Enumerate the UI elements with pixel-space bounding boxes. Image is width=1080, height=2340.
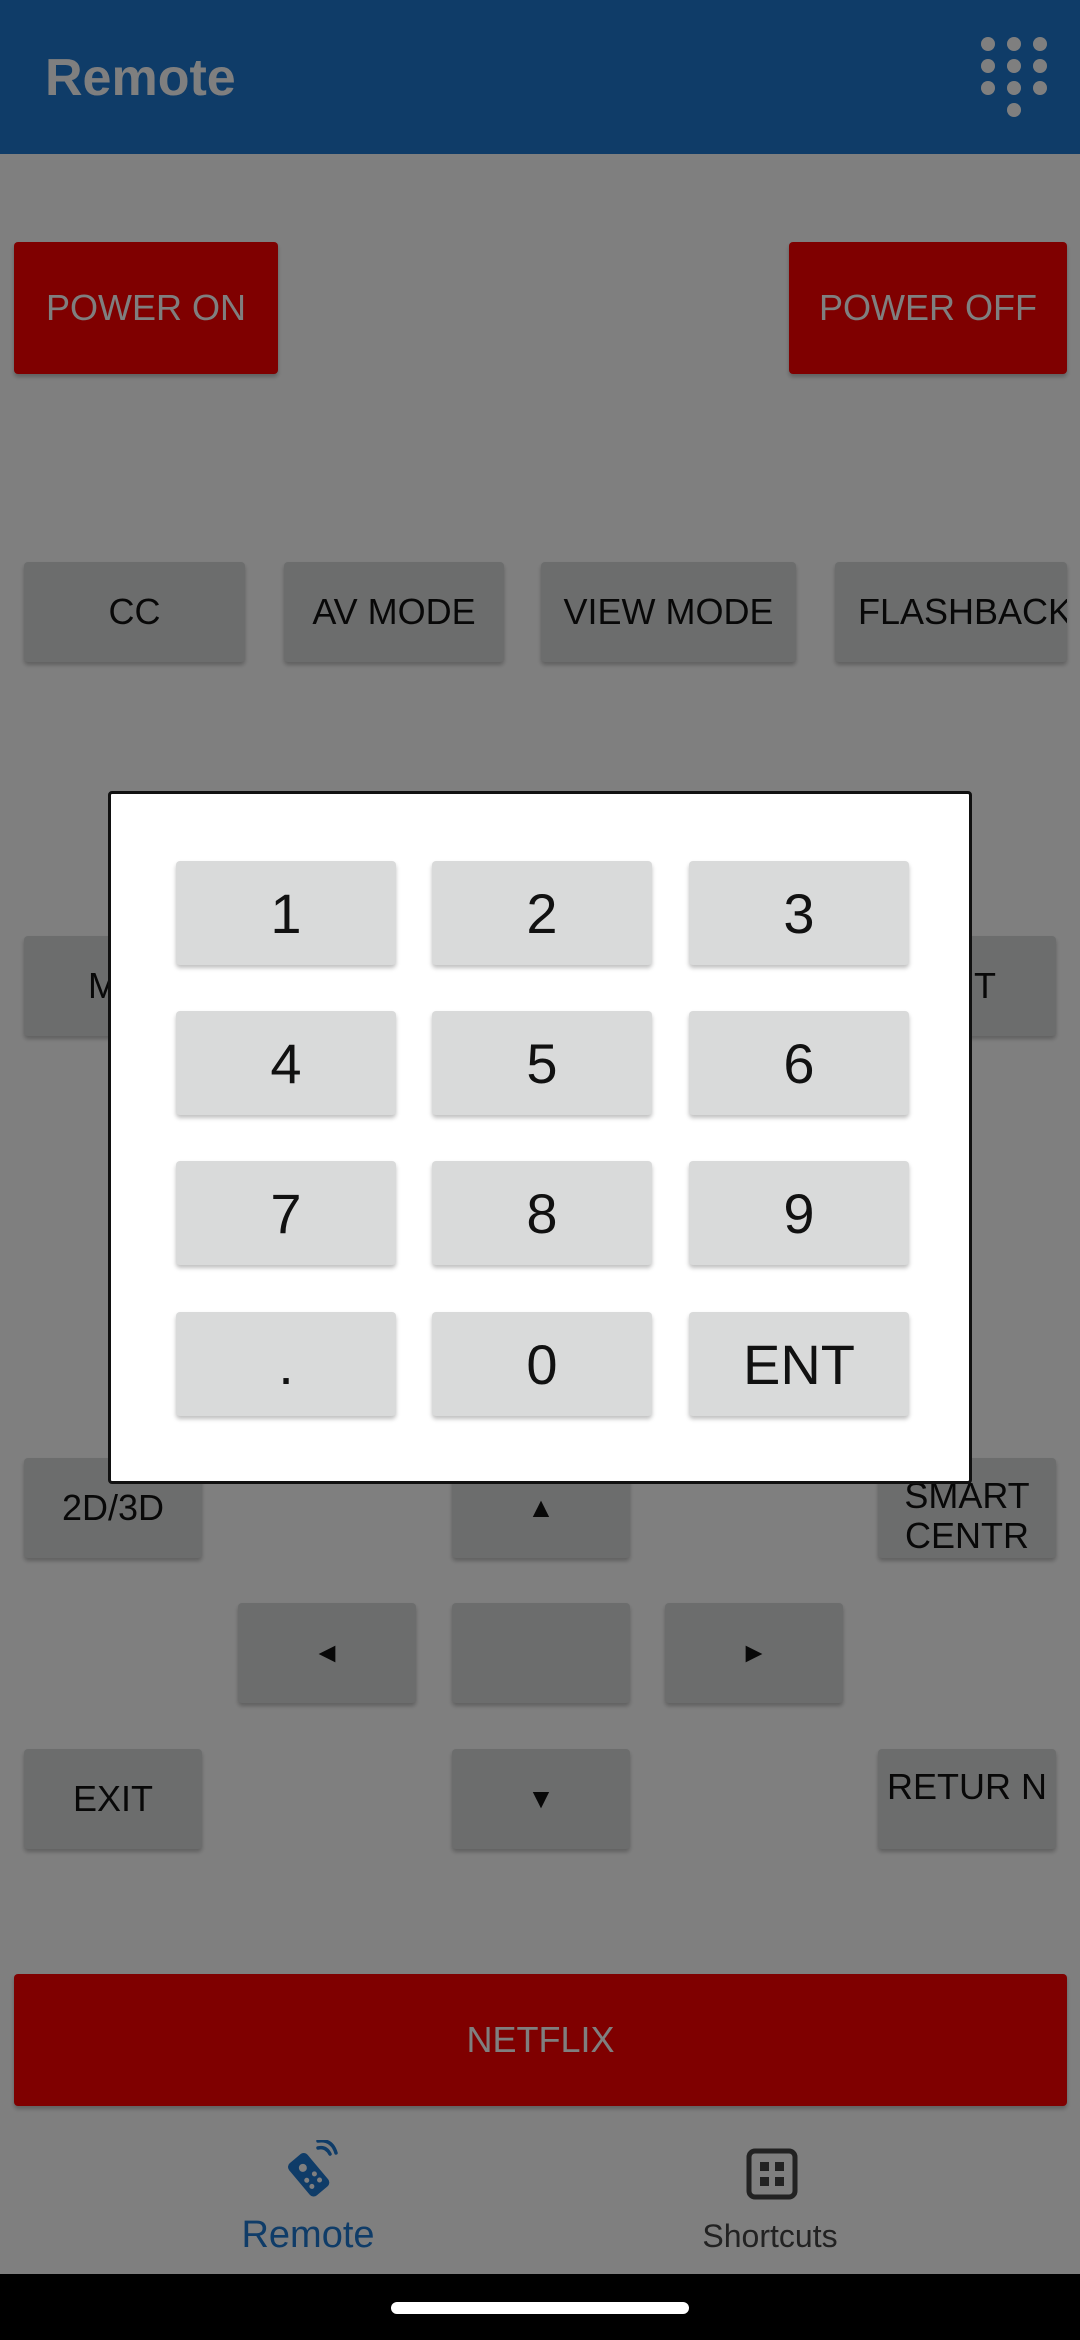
key-dot[interactable]: .: [176, 1312, 396, 1416]
key-enter[interactable]: ENT: [689, 1312, 909, 1416]
key-0[interactable]: 0: [432, 1312, 652, 1416]
screen: Remote POWER ON POWER OFF CC AV MODE VIE…: [0, 0, 1080, 2340]
number-keypad-dialog: 1 2 3 4 5 6 7 8 9 . 0 ENT: [108, 791, 972, 1484]
key-3[interactable]: 3: [689, 861, 909, 965]
key-8[interactable]: 8: [432, 1161, 652, 1265]
key-6[interactable]: 6: [689, 1011, 909, 1115]
key-2[interactable]: 2: [432, 861, 652, 965]
key-9[interactable]: 9: [689, 1161, 909, 1265]
key-4[interactable]: 4: [176, 1011, 396, 1115]
system-nav-bar: [0, 2274, 1080, 2340]
key-7[interactable]: 7: [176, 1161, 396, 1265]
home-handle[interactable]: [391, 2302, 689, 2314]
key-5[interactable]: 5: [432, 1011, 652, 1115]
key-1[interactable]: 1: [176, 861, 396, 965]
